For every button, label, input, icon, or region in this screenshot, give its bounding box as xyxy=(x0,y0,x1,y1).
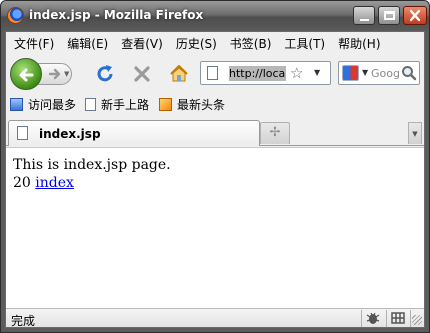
bookmark-most-visited[interactable]: 访问最多 xyxy=(10,96,76,112)
plus-icon: ✢ xyxy=(269,125,281,140)
bookmark-folder-icon xyxy=(10,98,23,111)
maximize-button[interactable] xyxy=(378,6,400,25)
menu-edit[interactable]: 编辑(E) xyxy=(62,32,113,52)
page-text-line: This is index.jsp page. xyxy=(13,157,171,173)
menu-history[interactable]: 历史(S) xyxy=(171,32,222,52)
tab-label: index.jsp xyxy=(39,127,101,141)
url-dropdown-icon[interactable]: ▼ xyxy=(314,68,320,77)
menu-bar: 文件(F) 编辑(E) 查看(V) 历史(S) 书签(B) 工具(T) 帮助(H… xyxy=(6,32,424,52)
window-title: index.jsp - Mozilla Firefox xyxy=(29,8,204,22)
menu-file[interactable]: 文件(F) xyxy=(9,32,59,52)
menu-view[interactable]: 查看(V) xyxy=(116,32,168,52)
engine-dropdown-icon[interactable]: ▼ xyxy=(362,68,368,77)
bookmark-getting-started[interactable]: 新手上路 xyxy=(85,96,149,112)
resize-grip[interactable] xyxy=(412,315,422,325)
stop-icon[interactable] xyxy=(131,63,153,85)
page-icon xyxy=(85,98,96,111)
bookmarks-toolbar: 访问最多 新手上路 最新头条 xyxy=(6,93,424,115)
minimize-icon xyxy=(360,19,369,21)
bookmark-label: 访问最多 xyxy=(28,98,77,112)
menu-bookmarks[interactable]: 书签(B) xyxy=(225,32,277,52)
minimize-button[interactable] xyxy=(353,6,375,25)
browser-window: index.jsp - Mozilla Firefox 文件(F) 编辑(E) … xyxy=(0,0,430,333)
count-value: 20 xyxy=(13,175,31,191)
new-tab-button[interactable]: ✢ xyxy=(260,122,290,144)
search-icon[interactable] xyxy=(401,65,417,81)
rss-feed-icon xyxy=(159,98,172,111)
addon-grid-icon[interactable] xyxy=(390,311,406,325)
google-engine-icon[interactable] xyxy=(342,65,359,81)
status-text: 完成 xyxy=(11,314,36,328)
firefox-logo-icon xyxy=(7,7,24,24)
browser-client-area: 文件(F) 编辑(E) 查看(V) 历史(S) 书签(B) 工具(T) 帮助(H… xyxy=(5,31,425,328)
status-bar: 完成 xyxy=(6,308,424,328)
menu-help[interactable]: 帮助(H) xyxy=(333,32,385,52)
back-arrow-icon xyxy=(19,68,34,82)
close-button[interactable] xyxy=(403,6,427,25)
divider xyxy=(386,310,387,327)
tab-strip: index.jsp ✢ ▼ xyxy=(6,118,424,146)
url-bar[interactable]: http://locall ☆ ▼ xyxy=(200,61,331,85)
bookmark-latest-headlines[interactable]: 最新头条 xyxy=(159,96,225,112)
page-count-line: 20 index xyxy=(13,174,424,192)
navigation-toolbar: ▼ http://locall ☆ ▼ ▼ Goog xyxy=(6,54,424,92)
search-bar[interactable]: ▼ Goog xyxy=(338,61,420,85)
bookmark-label: 最新头条 xyxy=(177,98,226,112)
divider xyxy=(410,310,411,327)
chevron-down-icon: ▼ xyxy=(412,130,418,138)
page-icon xyxy=(17,126,28,140)
back-button[interactable] xyxy=(10,58,42,90)
page-icon xyxy=(207,66,218,80)
search-input[interactable]: Goog xyxy=(371,67,403,80)
maximize-icon xyxy=(384,11,395,20)
index-link[interactable]: index xyxy=(35,175,74,191)
firebug-icon[interactable] xyxy=(365,311,381,325)
forward-arrow-icon xyxy=(48,68,61,80)
tab-list-button[interactable]: ▼ xyxy=(408,122,422,144)
page-content: This is index.jsp page. 20 index xyxy=(6,147,424,308)
close-icon xyxy=(409,9,421,22)
menu-tools[interactable]: 工具(T) xyxy=(279,32,330,52)
divider xyxy=(361,310,362,327)
bookmark-star-icon[interactable]: ☆ xyxy=(290,64,303,82)
bookmark-label: 新手上路 xyxy=(101,98,150,112)
title-bar[interactable]: index.jsp - Mozilla Firefox xyxy=(1,1,429,31)
home-icon[interactable] xyxy=(168,63,190,85)
tab-index-jsp[interactable]: index.jsp xyxy=(8,120,260,146)
url-input[interactable]: http://locall xyxy=(229,66,286,81)
history-dropdown-icon[interactable]: ▼ xyxy=(64,70,69,78)
reload-icon[interactable] xyxy=(94,63,116,85)
